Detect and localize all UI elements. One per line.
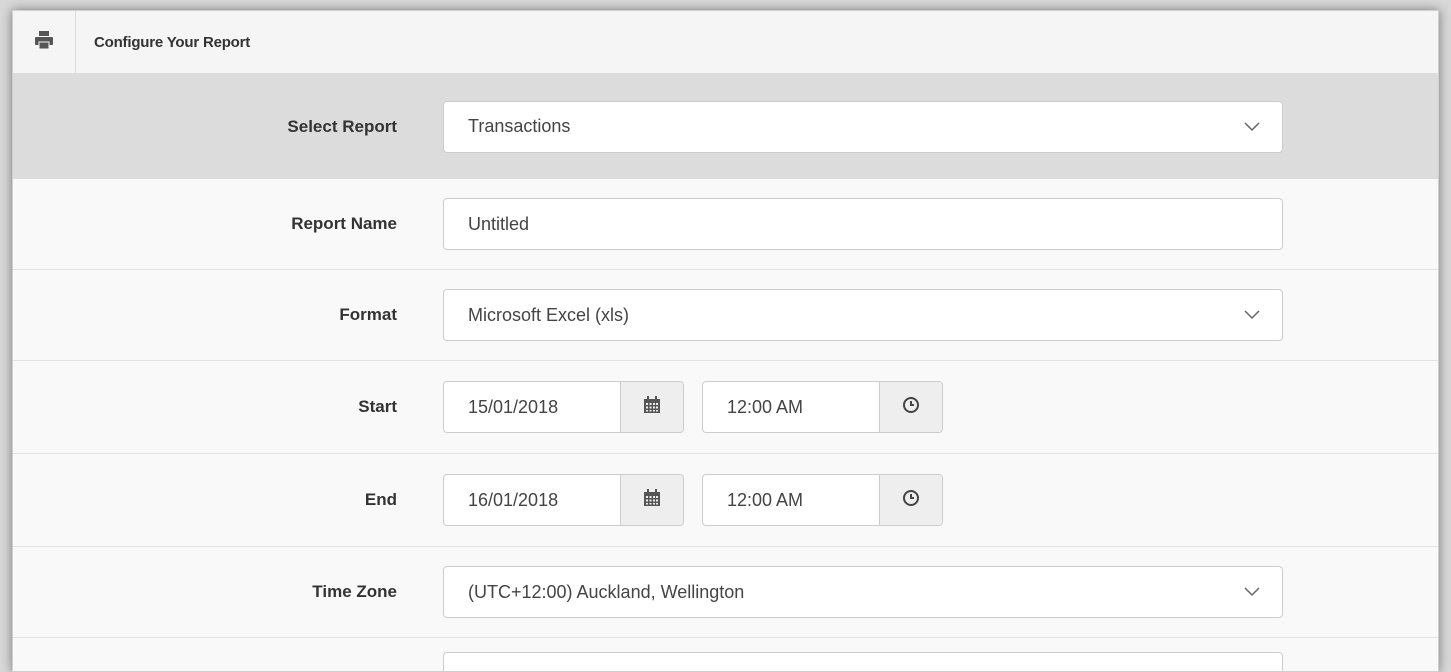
time-zone-value: (UTC+12:00) Auckland, Wellington (468, 581, 745, 602)
report-name-input[interactable]: Untitled (443, 198, 1283, 250)
header-icon-cell (13, 11, 76, 73)
format-value: Microsoft Excel (xls) (468, 304, 630, 325)
clock-icon (902, 396, 920, 419)
time-zone-label: Time Zone (312, 582, 397, 601)
row-end: End 16/01/2018 12:00 AM (13, 454, 1438, 547)
panel-title: Configure Your Report (94, 33, 251, 51)
start-time-picker-button[interactable] (879, 382, 942, 432)
select-report-dropdown[interactable]: Transactions (443, 100, 1283, 153)
end-date-value: 16/01/2018 (468, 489, 559, 510)
select-report-value: Transactions (468, 116, 571, 136)
end-label: End (364, 490, 397, 509)
calendar-icon (643, 488, 661, 512)
row-select-report: Select Report Transactions (13, 74, 1438, 179)
end-time-picker-button[interactable] (879, 475, 942, 525)
end-time-input[interactable]: 12:00 AM (702, 474, 943, 526)
format-dropdown[interactable]: Microsoft Excel (xls) (443, 289, 1283, 341)
time-zone-dropdown[interactable]: (UTC+12:00) Auckland, Wellington (443, 566, 1283, 618)
clock-icon (902, 489, 920, 512)
row-next-partial (13, 638, 1438, 671)
chevron-down-icon (1244, 121, 1260, 131)
chevron-down-icon (1244, 310, 1260, 320)
report-config-panel: Configure Your Report Select Report Tran… (12, 10, 1439, 672)
row-format: Format Microsoft Excel (xls) (13, 270, 1438, 361)
start-date-picker-button[interactable] (620, 382, 683, 432)
end-datetime-group: 16/01/2018 12:00 AM (443, 474, 943, 526)
start-datetime-group: 15/01/2018 12:00 AM (443, 381, 943, 433)
report-name-label: Report Name (291, 214, 397, 233)
next-row-control[interactable] (443, 652, 1283, 671)
select-report-label: Select Report (287, 116, 397, 136)
start-time-input[interactable]: 12:00 AM (702, 381, 943, 433)
chevron-down-icon (1244, 587, 1260, 597)
start-label: Start (358, 397, 397, 416)
row-time-zone: Time Zone (UTC+12:00) Auckland, Wellingt… (13, 547, 1438, 638)
start-time-value: 12:00 AM (727, 396, 804, 417)
report-name-value: Untitled (468, 213, 530, 234)
start-date-value: 15/01/2018 (468, 396, 559, 417)
end-date-input[interactable]: 16/01/2018 (443, 474, 684, 526)
row-start: Start 15/01/2018 12:00 AM (13, 361, 1438, 454)
end-time-value: 12:00 AM (727, 489, 804, 510)
panel-header: Configure Your Report (13, 11, 1438, 74)
end-date-picker-button[interactable] (620, 475, 683, 525)
calendar-icon (643, 395, 661, 419)
row-report-name: Report Name Untitled (13, 179, 1438, 270)
format-label: Format (339, 305, 397, 324)
start-date-input[interactable]: 15/01/2018 (443, 381, 684, 433)
printer-icon (34, 30, 54, 54)
